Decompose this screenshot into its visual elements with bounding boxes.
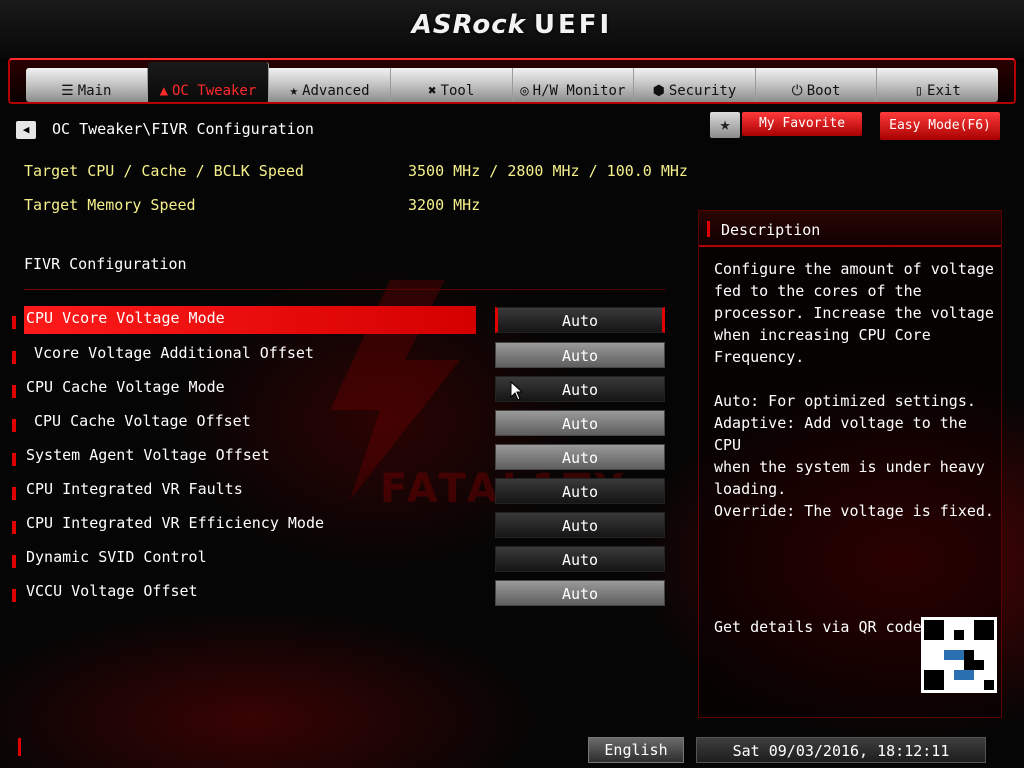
row-marker [12,385,16,398]
tab-label: Exit [927,83,961,99]
setting-label: CPU Integrated VR Faults [26,480,243,498]
setting-row-cpu-integrated-vr-efficiency-mode[interactable]: CPU Integrated VR Efficiency Mode Auto [0,511,680,541]
tabs-container: ☰ Main ▲ OC Tweaker ★ Advanced ✖ Tool ◎ H/W M… [26,62,998,102]
setting-row-dynamic-svid-control[interactable]: Dynamic SVID Control Auto [0,545,680,575]
date-time-display: Sat 09/03/2016, 18:12:11 [696,737,986,763]
row-marker [12,351,16,364]
tab-label: H/W Monitor [532,83,626,99]
target-cpu-label: Target CPU / Cache / BCLK Speed [24,162,304,180]
back-arrow-icon: ◀ [22,123,30,136]
tab-advanced[interactable]: ★ Advanced [269,68,391,102]
setting-label: System Agent Voltage Offset [26,446,270,464]
breadcrumb: OC Tweaker\FIVR Configuration [52,120,314,138]
setting-row-cpu-integrated-vr-faults[interactable]: CPU Integrated VR Faults Auto [0,477,680,507]
list-icon: ☰ [61,83,74,99]
header-marker [707,221,710,237]
back-button[interactable]: ◀ [16,121,36,139]
tab-tool[interactable]: ✖ Tool [391,68,513,102]
setting-label: VCCU Voltage Offset [26,582,198,600]
header-bar: ASRock UEFI [0,0,1024,58]
target-memory-value: 3200 MHz [408,196,481,214]
setting-label: CPU Integrated VR Efficiency Mode [26,514,325,532]
qr-code-label: Get details via QR code [714,618,922,636]
tab-label: Tool [440,83,475,99]
row-marker [12,316,16,329]
setting-row-cpu-vcore-voltage-mode[interactable]: CPU Vcore Voltage Mode Auto [0,306,680,336]
tab-main[interactable]: ☰ Main [26,68,148,102]
footer-marker [18,738,21,756]
description-text: Configure the amount of voltage fed to t… [714,260,994,520]
star-icon: ★ [289,83,299,99]
setting-row-cpu-cache-voltage-mode[interactable]: CPU Cache Voltage Mode Auto [0,375,680,405]
tab-hw-monitor[interactable]: ◎ H/W Monitor [513,68,635,102]
setting-row-vcore-voltage-additional-offset[interactable]: Vcore Voltage Additional Offset Auto [0,341,680,371]
tab-security[interactable]: ⬢ Security [634,68,756,102]
row-marker [12,555,16,568]
brand-logo: ASRock UEFI [0,10,1024,40]
tab-bar: ☰ Main ▲ OC Tweaker ★ Advanced ✖ Tool ◎ H/W M… [8,58,1016,104]
brand-sub: UEFI [533,10,613,40]
exit-door-icon: ▯ [914,83,924,99]
tools-icon: ✖ [428,83,437,99]
row-marker [12,453,16,466]
tab-label: OC Tweaker [172,83,257,99]
power-icon: ⏻ [791,83,803,99]
setting-label: CPU Vcore Voltage Mode [26,309,225,327]
brand-name: ASRock [411,10,526,40]
mouse-cursor-icon [510,381,524,401]
shield-icon: ⬢ [652,83,665,99]
setting-row-vccu-voltage-offset[interactable]: VCCU Voltage Offset Auto [0,579,680,609]
target-cpu-value: 3500 MHz / 2800 MHz / 100.0 MHz [408,162,688,180]
row-marker [12,589,16,602]
setting-value-dropdown[interactable]: Auto [495,546,665,572]
setting-label: Dynamic SVID Control [26,548,207,566]
setting-label: CPU Cache Voltage Offset [34,412,251,430]
description-panel: Description Configure the amount of volt… [698,210,1002,718]
setting-value-dropdown[interactable]: Auto [495,307,665,333]
tab-label: Advanced [302,83,370,99]
language-button[interactable]: English [588,737,684,763]
setting-value-input[interactable]: Auto [495,342,665,368]
section-title: FIVR Configuration [24,255,187,273]
setting-value-dropdown[interactable]: Auto [495,478,665,504]
qr-code-icon[interactable] [921,617,997,693]
favorite-star-icon[interactable]: ★ [710,112,740,138]
flame-icon: ▲ [159,83,168,99]
row-marker [12,487,16,500]
tab-boot[interactable]: ⏻ Boot [756,68,878,102]
setting-value-input[interactable]: Auto [495,444,665,470]
row-marker [12,521,16,534]
setting-label: Vcore Voltage Additional Offset [34,344,314,362]
setting-row-system-agent-voltage-offset[interactable]: System Agent Voltage Offset Auto [0,443,680,473]
tab-label: Boot [806,83,841,99]
monitor-icon: ◎ [520,83,529,99]
tab-label: Security [668,83,737,99]
row-marker [12,419,16,432]
target-memory-label: Target Memory Speed [24,196,196,214]
tab-label: Main [77,83,112,99]
my-favorite-button[interactable]: My Favorite [742,112,862,136]
section-divider [24,289,666,290]
setting-row-cpu-cache-voltage-offset[interactable]: CPU Cache Voltage Offset Auto [0,409,680,439]
setting-value-dropdown[interactable]: Auto [495,512,665,538]
easy-mode-button[interactable]: Easy Mode(F6) [880,112,1000,140]
tab-oc-tweaker[interactable]: ▲ OC Tweaker [147,62,270,102]
description-title: Description [721,221,821,239]
setting-label: CPU Cache Voltage Mode [26,378,225,396]
setting-value-input[interactable]: Auto [495,410,665,436]
tab-exit[interactable]: ▯ Exit [877,68,998,102]
description-header: Description [699,211,1001,247]
setting-value-input[interactable]: Auto [495,580,665,606]
